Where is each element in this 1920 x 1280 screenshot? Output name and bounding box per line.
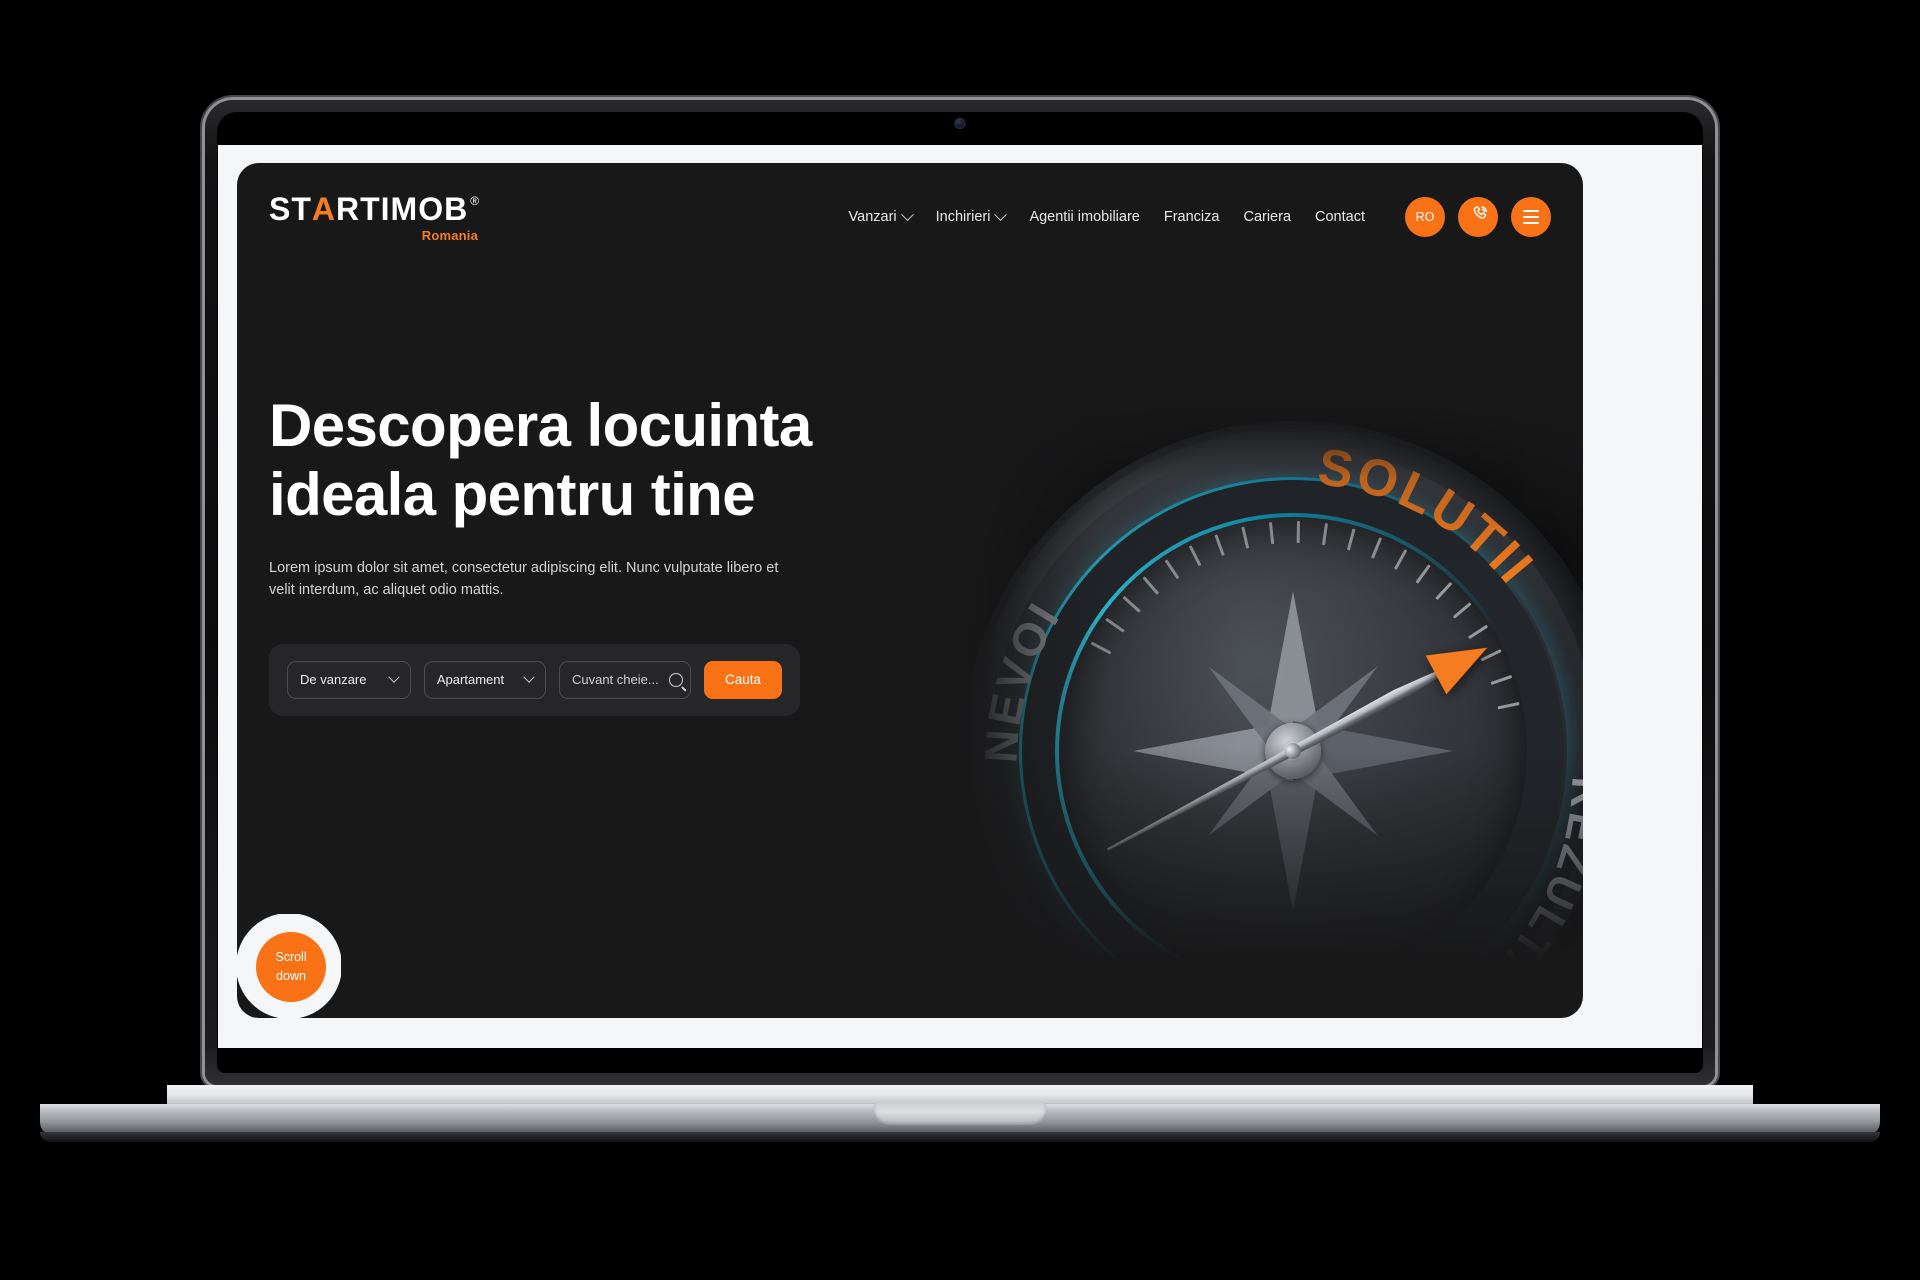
registered-trademark-icon: ® xyxy=(470,193,481,208)
hero-title-line-1: Descopera locuinta xyxy=(269,392,812,459)
screenshot-stage: STARTIMOB® Romania Vanzari Inchirieri xyxy=(0,0,1920,1280)
scroll-down-line-1: Scroll xyxy=(275,950,307,965)
nav-label: Agentii imobiliare xyxy=(1029,209,1140,225)
logo-accent-letter: A xyxy=(311,190,336,227)
hero-content: Descopera locuinta ideala pentru tine Lo… xyxy=(269,391,829,716)
search-submit-button[interactable]: Cauta xyxy=(703,660,782,699)
scroll-down-line-2: down xyxy=(276,969,306,983)
language-switcher-button[interactable]: RO xyxy=(1405,197,1445,237)
laptop-lid: STARTIMOB® Romania Vanzari Inchirieri xyxy=(205,100,1715,1085)
header-actions: RO xyxy=(1405,197,1551,237)
magnifier-icon xyxy=(668,672,683,687)
hero-section: NEVOI SOLUTII REZULTATE xyxy=(237,271,1583,1018)
chevron-down-icon xyxy=(900,207,914,221)
laptop-base-notch xyxy=(874,1103,1046,1125)
main-navigation: Vanzari Inchirieri Agentii imobiliare Fr… xyxy=(848,207,1365,225)
keyword-input-placeholder: Cuvant cheie... xyxy=(571,672,659,688)
nav-item-franciza[interactable]: Franciza xyxy=(1164,209,1220,225)
hamburger-menu-button[interactable] xyxy=(1511,197,1551,237)
site-header: STARTIMOB® Romania Vanzari Inchirieri xyxy=(237,163,1583,271)
property-type-select[interactable]: Apartament xyxy=(423,660,546,699)
phone-ring-icon xyxy=(1469,206,1488,228)
website-panel: STARTIMOB® Romania Vanzari Inchirieri xyxy=(237,163,1583,1018)
webcam-icon xyxy=(954,118,966,129)
hero-subtitle: Lorem ipsum dolor sit amet, consectetur … xyxy=(269,560,779,599)
nav-item-agentii-imobiliare[interactable]: Agentii imobiliare xyxy=(1029,209,1139,225)
nav-label: Inchirieri xyxy=(935,209,991,225)
language-code: RO xyxy=(1415,210,1435,224)
chevron-down-icon xyxy=(388,671,400,683)
brand-logo[interactable]: ST A RTIMOB ® Romania xyxy=(269,193,480,242)
nav-item-cariera[interactable]: Cariera xyxy=(1243,209,1291,225)
nav-label: Contact xyxy=(1315,209,1365,225)
browser-viewport: STARTIMOB® Romania Vanzari Inchirieri xyxy=(218,145,1702,1048)
logo-text-part1: ST xyxy=(269,190,312,227)
scroll-down-button[interactable]: Scroll down xyxy=(256,932,326,1002)
nav-label: Vanzari xyxy=(848,209,897,225)
keyword-input-wrapper[interactable]: Cuvant cheie... xyxy=(558,660,691,699)
nav-item-vanzari[interactable]: Vanzari xyxy=(848,207,914,225)
compass-vignette xyxy=(923,401,1583,961)
scroll-down-pocket: Scroll down xyxy=(237,914,341,1018)
nav-item-contact[interactable]: Contact xyxy=(1315,209,1365,225)
laptop-base-lip xyxy=(40,1132,1880,1142)
logo-wordmark: ST A RTIMOB ® xyxy=(269,193,480,225)
phone-call-button[interactable] xyxy=(1458,197,1498,237)
hero-title: Descopera locuinta ideala pentru tine xyxy=(269,391,829,529)
hamburger-menu-icon xyxy=(1523,210,1539,224)
logo-text-part2: RTIMOB xyxy=(336,190,469,227)
chevron-down-icon xyxy=(994,207,1008,221)
transaction-type-select[interactable]: De vanzare xyxy=(287,660,411,699)
property-type-value: Apartament xyxy=(436,672,505,688)
compass-artwork: NEVOI SOLUTII REZULTATE xyxy=(923,401,1583,961)
nav-label: Cariera xyxy=(1243,209,1292,225)
nav-label: Franciza xyxy=(1163,209,1220,225)
logo-subtitle: Romania xyxy=(421,227,479,243)
nav-item-inchirieri[interactable]: Inchirieri xyxy=(935,207,1008,225)
transaction-type-value: De vanzare xyxy=(300,672,367,688)
property-search-bar: De vanzare Apartament Cuvant cheie... Ca… xyxy=(269,643,800,716)
chevron-down-icon xyxy=(523,671,535,683)
hero-title-line-2: ideala pentru tine xyxy=(269,461,756,528)
laptop-mockup: STARTIMOB® Romania Vanzari Inchirieri xyxy=(40,100,1880,1142)
